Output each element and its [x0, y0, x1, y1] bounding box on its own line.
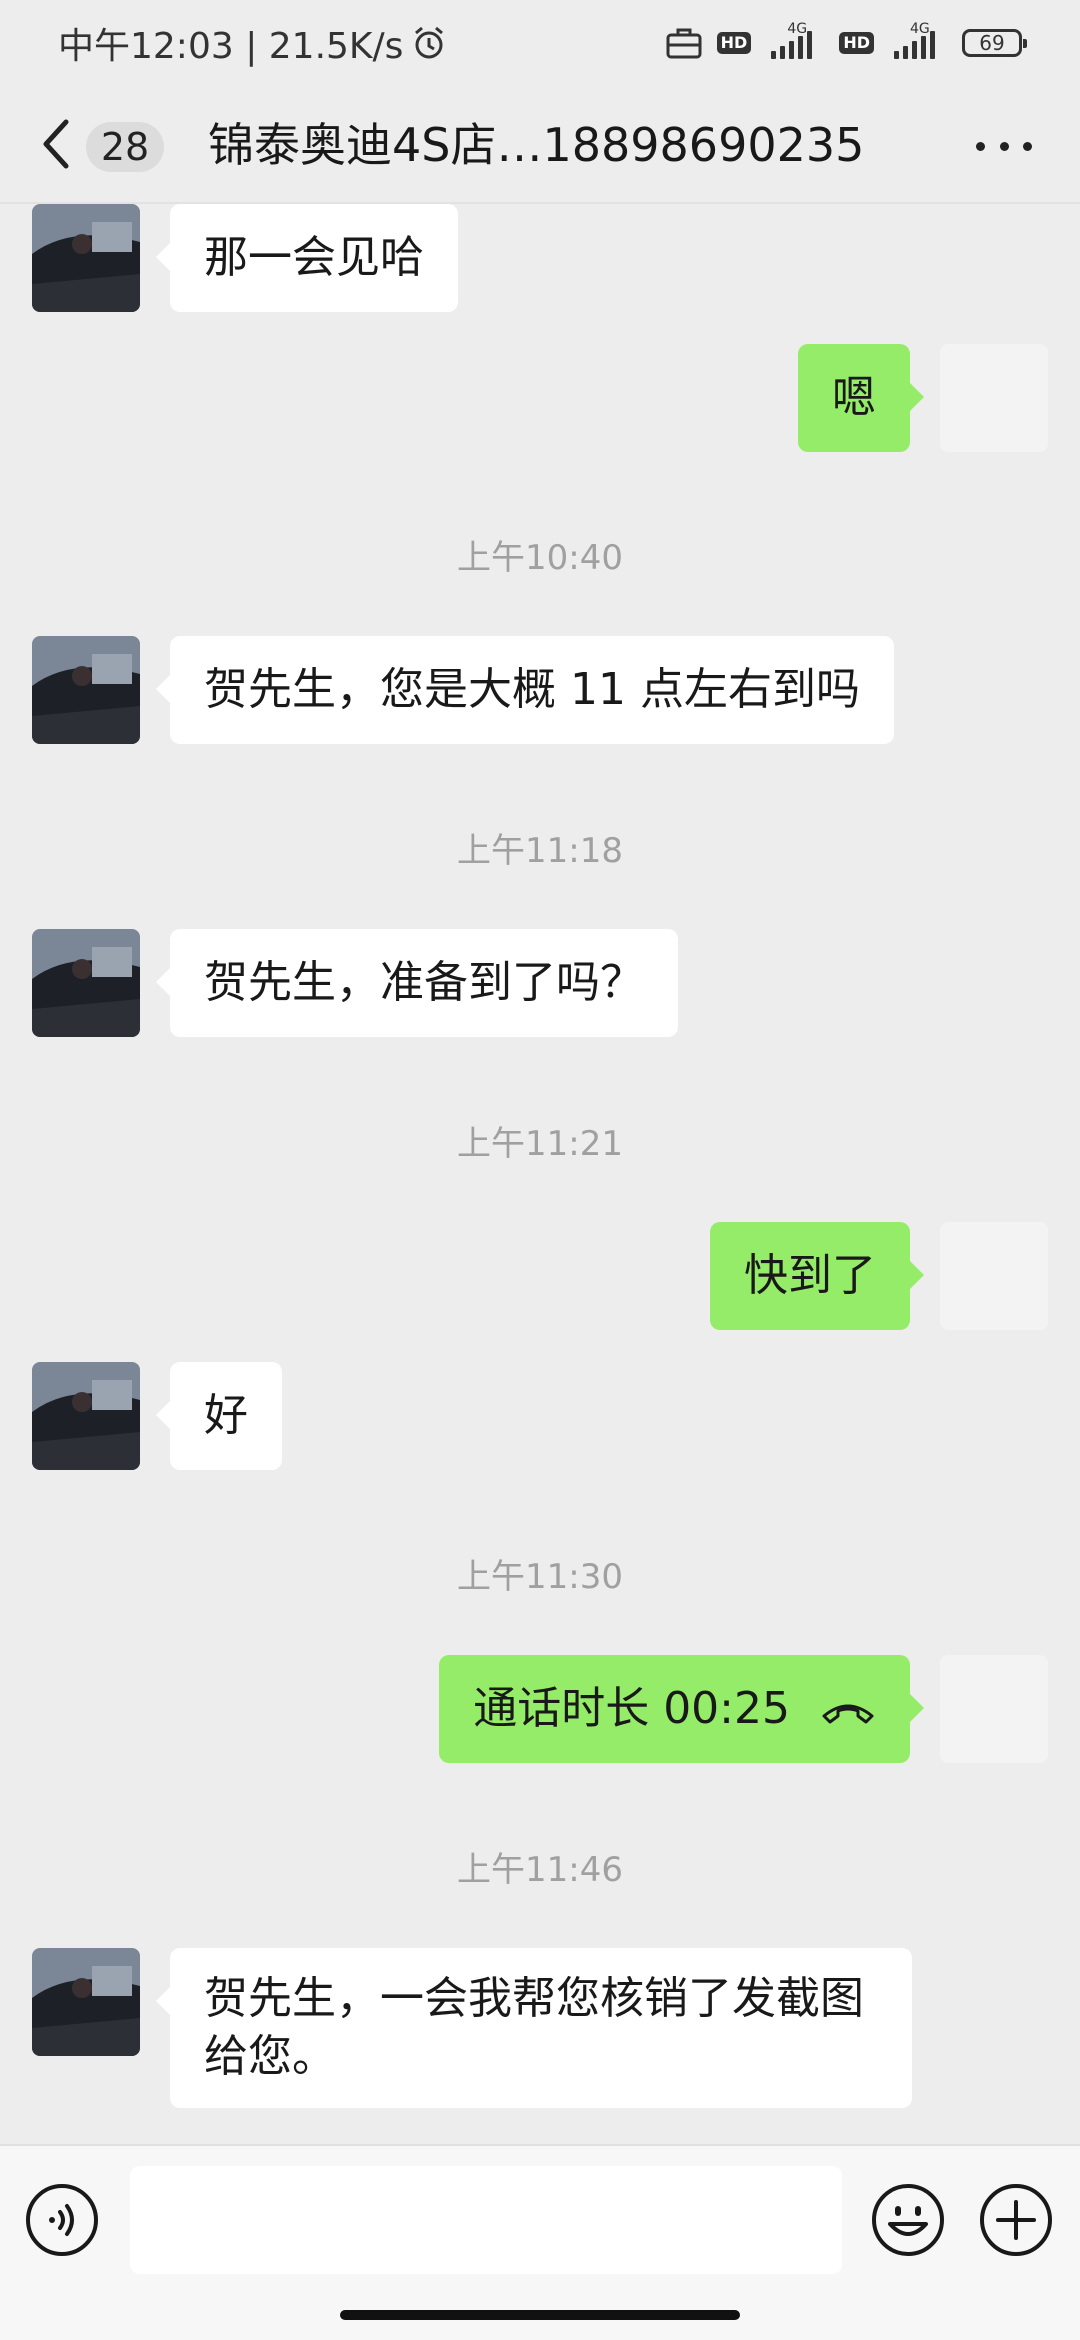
call-duration-text: 通话时长 00:25	[473, 1683, 790, 1734]
contact-avatar[interactable]	[32, 1948, 140, 2056]
contact-avatar[interactable]	[32, 929, 140, 1037]
message-bubble-incoming[interactable]: 好	[156, 1362, 282, 1470]
battery-icon: 69	[962, 29, 1027, 57]
message-bubble-incoming[interactable]: 贺先生，一会我帮您核销了发截图给您。	[156, 1948, 912, 2108]
my-avatar[interactable]	[940, 1222, 1048, 1330]
briefcase-icon	[665, 26, 703, 60]
message-bubble-incoming[interactable]: 那一会见哈	[156, 204, 458, 312]
chat-header: 28 锦泰奥迪4S店…18898690235	[0, 86, 1080, 204]
timestamp: 上午11:46	[457, 1850, 623, 1890]
more-icon[interactable]	[976, 126, 1032, 166]
plus-icon[interactable]	[978, 2182, 1054, 2258]
timestamp: 上午11:30	[457, 1557, 623, 1597]
my-avatar[interactable]	[940, 344, 1048, 452]
message-text: 贺先生，您是大概 11 点左右到吗	[204, 664, 860, 715]
message-bubble-outgoing[interactable]: 嗯	[798, 344, 924, 452]
message-text: 快到了	[744, 1250, 876, 1301]
message-text: 好	[204, 1390, 248, 1441]
call-record-bubble[interactable]: 通话时长 00:25	[439, 1655, 924, 1763]
hd-badge-1: HD	[716, 32, 752, 54]
signal-icon: 4G	[765, 21, 825, 63]
battery-level: 69	[979, 31, 1005, 55]
contact-avatar[interactable]	[32, 1362, 140, 1470]
voice-icon[interactable]	[24, 2182, 100, 2258]
alarm-icon	[411, 25, 447, 61]
home-indicator[interactable]	[340, 2310, 740, 2320]
chat-title: 锦泰奥迪4S店…18898690235	[208, 118, 865, 172]
contact-avatar[interactable]	[32, 636, 140, 744]
message-text: 嗯	[832, 372, 876, 423]
status-time-speed: 中午12:03 | 21.5K/s	[58, 26, 404, 67]
status-bar: 中午12:03 | 21.5K/s HD 4G HD 4G 69	[0, 0, 1080, 86]
emoji-icon[interactable]	[870, 2182, 946, 2258]
phone-hangup-icon	[822, 1704, 874, 1724]
my-avatar[interactable]	[940, 1655, 1048, 1763]
status-left: 中午12:03 | 21.5K/s	[58, 17, 447, 69]
hd-badge-2: HD	[839, 32, 874, 54]
message-bubble-incoming[interactable]: 贺先生，准备到了吗？	[156, 929, 678, 1037]
unread-count-badge[interactable]: 28	[86, 122, 164, 172]
header-divider	[0, 202, 1080, 204]
message-text: 贺先生，准备到了吗？	[204, 957, 644, 1008]
message-text: 贺先生，一会我帮您核销了发截图给您。	[204, 1973, 864, 2082]
timestamp: 上午11:18	[457, 831, 623, 871]
message-bubble-incoming[interactable]: 贺先生，您是大概 11 点左右到吗	[156, 636, 894, 744]
message-text: 那一会见哈	[204, 232, 424, 283]
back-icon[interactable]	[36, 114, 76, 174]
message-bubble-outgoing[interactable]: 快到了	[710, 1222, 924, 1330]
message-input[interactable]	[130, 2166, 842, 2274]
signal-icon: 4G	[888, 21, 948, 63]
timestamp: 上午11:21	[457, 1124, 623, 1164]
timestamp: 上午10:40	[457, 538, 623, 578]
contact-avatar[interactable]	[32, 204, 140, 312]
status-right: HD 4G HD 4G 69	[665, 21, 1027, 63]
